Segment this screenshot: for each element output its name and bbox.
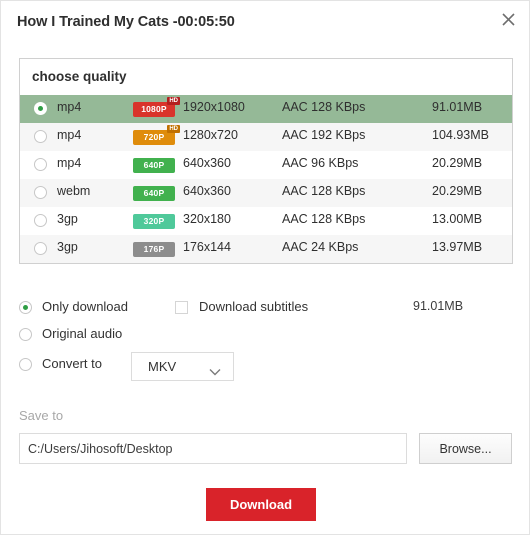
original-audio-radio[interactable] [19, 328, 32, 341]
quality-resolution: 1280x720 [183, 128, 238, 142]
option-row-convert-to: Convert to MKV [19, 351, 513, 385]
quality-size: 13.97MB [432, 240, 483, 254]
quality-badge-wrap: 176P [133, 242, 181, 257]
quality-badge: 176P [133, 242, 175, 257]
total-size-label: 91.01MB [413, 299, 464, 313]
quality-format: 3gp [57, 212, 78, 226]
quality-badge-wrap: 720P HD [133, 125, 181, 145]
quality-format: mp4 [57, 156, 82, 170]
quality-format: webm [57, 184, 91, 198]
quality-badge-wrap: 1080P HD [133, 97, 181, 117]
only-download-label: Only download [42, 299, 128, 314]
quality-audio: AAC 128 KBps [282, 184, 366, 198]
quality-badge: 320P [133, 214, 175, 229]
quality-row-radio[interactable] [34, 242, 47, 255]
quality-resolution: 640x360 [183, 184, 231, 198]
download-options: Only download Download subtitles 91.01MB… [19, 297, 513, 385]
download-dialog: How I Trained My Cats -00:05:50 choose q… [0, 0, 530, 535]
quality-resolution: 320x180 [183, 212, 231, 226]
quality-badge: 640P [133, 186, 175, 201]
quality-size: 91.01MB [432, 100, 483, 114]
quality-row[interactable]: mp4 640P 640x360 AAC 96 KBps 20.29MB [20, 151, 512, 179]
page-title: How I Trained My Cats -00:05:50 [17, 14, 235, 30]
quality-badge-wrap: 640P [133, 186, 181, 201]
only-download-radio[interactable] [19, 301, 32, 314]
close-icon[interactable] [495, 6, 521, 32]
quality-row[interactable]: webm 640P 640x360 AAC 128 KBps 20.29MB [20, 179, 512, 207]
quality-row-radio[interactable] [34, 186, 47, 199]
save-to-label: Save to [19, 408, 64, 423]
chevron-down-icon [209, 363, 221, 381]
quality-table: choose quality mp4 1080P HD 1920x1080 AAC 12… [19, 58, 513, 264]
quality-size: 20.29MB [432, 156, 483, 170]
quality-badge: 640P [133, 158, 175, 173]
quality-size: 104.93MB [432, 128, 489, 142]
dialog-title-bar: How I Trained My Cats -00:05:50 [1, 1, 530, 49]
quality-row[interactable]: 3gp 320P 320x180 AAC 128 KBps 13.00MB [20, 207, 512, 235]
quality-row-radio[interactable] [34, 130, 47, 143]
hd-icon: HD [167, 125, 180, 133]
quality-audio: AAC 24 KBps [282, 240, 359, 254]
quality-row-radio[interactable] [34, 158, 47, 171]
quality-audio: AAC 192 KBps [282, 128, 366, 142]
quality-resolution: 176x144 [183, 240, 231, 254]
quality-size: 13.00MB [432, 212, 483, 226]
quality-row-list: mp4 1080P HD 1920x1080 AAC 128 KBps 91.01MB mp… [20, 95, 512, 263]
save-path-input[interactable] [19, 433, 407, 464]
quality-audio: AAC 128 KBps [282, 100, 366, 114]
quality-badge-wrap: 320P [133, 214, 181, 229]
original-audio-label: Original audio [42, 326, 123, 341]
quality-size: 20.29MB [432, 184, 483, 198]
browse-button[interactable]: Browse... [419, 433, 512, 464]
convert-format-select[interactable]: MKV [131, 352, 234, 381]
quality-badge-wrap: 640P [133, 158, 181, 173]
option-row-only-download: Only download Download subtitles 91.01MB [19, 297, 513, 324]
quality-row-radio[interactable] [34, 102, 47, 115]
download-subtitles-checkbox[interactable] [175, 301, 188, 314]
convert-to-radio[interactable] [19, 358, 32, 371]
quality-format: 3gp [57, 240, 78, 254]
quality-resolution: 1920x1080 [183, 100, 245, 114]
download-button[interactable]: Download [206, 488, 316, 521]
download-subtitles-label: Download subtitles [199, 299, 309, 314]
hd-icon: HD [167, 97, 180, 105]
option-row-original-audio: Original audio [19, 324, 513, 351]
convert-to-label: Convert to [42, 356, 102, 371]
quality-row[interactable]: 3gp 176P 176x144 AAC 24 KBps 13.97MB [20, 235, 512, 263]
quality-row-radio[interactable] [34, 214, 47, 227]
quality-row[interactable]: mp4 1080P HD 1920x1080 AAC 128 KBps 91.01MB [20, 95, 512, 123]
convert-format-value: MKV [148, 359, 177, 374]
quality-format: mp4 [57, 128, 82, 142]
quality-row[interactable]: mp4 720P HD 1280x720 AAC 192 KBps 104.93MB [20, 123, 512, 151]
quality-audio: AAC 96 KBps [282, 156, 359, 170]
quality-audio: AAC 128 KBps [282, 212, 366, 226]
quality-format: mp4 [57, 100, 82, 114]
quality-table-header: choose quality [20, 59, 512, 95]
quality-resolution: 640x360 [183, 156, 231, 170]
